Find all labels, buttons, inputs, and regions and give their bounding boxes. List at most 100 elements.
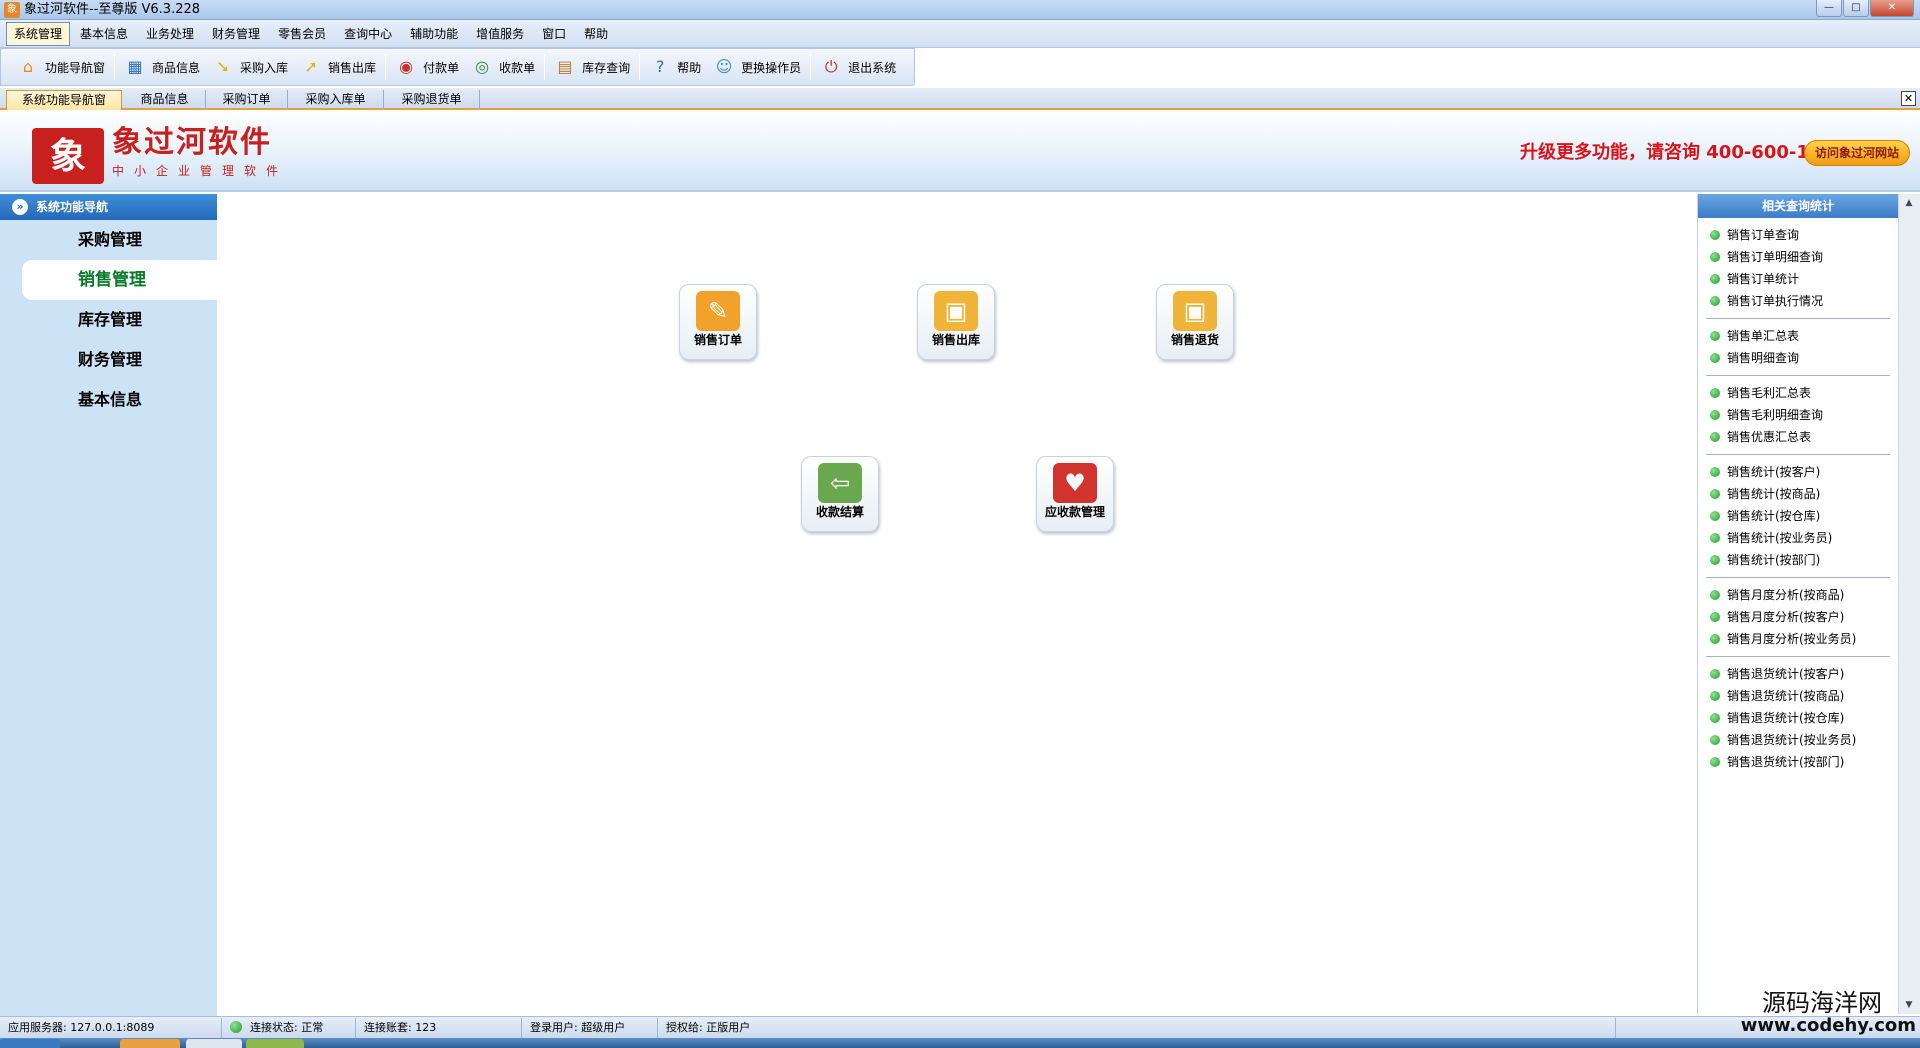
feature-button[interactable]: ▣ 销售出库 [917,284,995,360]
toolbar-button[interactable]: ? 帮助 [643,52,707,82]
query-link[interactable]: 销售毛利明细查询 [1706,404,1890,426]
close-tab-icon[interactable]: ✕ [1901,91,1916,106]
folder-arrow-in-icon: ➘ [216,57,230,76]
taskbar-app-icon[interactable] [120,1039,180,1048]
toolbar-button[interactable]: ⏻ 退出系统 [814,52,902,82]
status-account: 连接账套: 123 [356,1018,522,1038]
feature-button[interactable]: ✎ 销售订单 [679,284,757,360]
minimize-button[interactable]: — [1816,0,1842,17]
document-tab[interactable]: 系统功能导航窗 [6,90,122,110]
bullet-icon [1710,274,1720,284]
taskbar-app-icon[interactable] [186,1039,242,1048]
grid-icon: ▦ [127,57,143,76]
menu-item[interactable]: 系统管理 [6,21,71,46]
menu-item[interactable]: 窗口 [534,22,574,46]
query-link[interactable]: 销售退货统计(按商品) [1706,685,1890,707]
document-tab[interactable]: 采购入库单 [288,90,384,110]
menu-item[interactable]: 帮助 [576,22,616,46]
query-link[interactable]: 销售月度分析(按业务员) [1706,628,1890,650]
toolbar-button[interactable]: ➚ 销售出库 [294,52,382,82]
bullet-icon [1710,432,1720,442]
help-icon: ? [655,57,665,76]
maximize-button[interactable]: □ [1843,0,1869,17]
document-tab[interactable]: 采购订单 [206,90,288,110]
query-link[interactable]: 销售订单查询 [1706,224,1890,246]
payment-settlement-icon: ⇦ [818,463,862,503]
query-link[interactable]: 销售统计(按仓库) [1706,505,1890,527]
query-link[interactable]: 销售订单执行情况 [1706,290,1890,312]
query-link[interactable]: 销售退货统计(按仓库) [1706,707,1890,729]
vertical-scrollbar[interactable]: ▲ ▼ [1898,194,1920,1014]
app-icon: 象 [4,2,20,18]
query-link[interactable]: 销售月度分析(按客户) [1706,606,1890,628]
status-bar: 应用服务器: 127.0.0.1:8089 连接状态: 正常 连接账套: 123… [0,1016,1920,1038]
scroll-down-icon[interactable]: ▼ [1902,998,1916,1012]
nav-item[interactable]: 基本信息 [0,380,217,420]
query-link[interactable]: 销售明细查询 [1706,347,1890,369]
query-link[interactable]: 销售统计(按客户) [1706,461,1890,483]
query-link[interactable]: 销售统计(按商品) [1706,483,1890,505]
query-group: 销售退货统计(按客户) 销售退货统计(按商品) 销售退货统计(按仓库) 销售退货统计(… [1706,663,1890,779]
taskbar-start-icon[interactable] [0,1039,60,1048]
query-link-label: 销售订单执行情况 [1727,294,1824,308]
toolbar-button-label: 帮助 [677,60,702,75]
query-link[interactable]: 销售单汇总表 [1706,325,1890,347]
query-link[interactable]: 销售月度分析(按商品) [1706,584,1890,606]
receipt-icon: ◎ [475,57,490,76]
query-link[interactable]: 销售统计(按业务员) [1706,527,1890,549]
feature-button[interactable]: ⇦ 收款结算 [801,456,879,532]
toolbar-button[interactable]: ▦ 商品信息 [118,52,206,82]
query-link[interactable]: 销售退货统计(按客户) [1706,663,1890,685]
menu-item[interactable]: 基本信息 [72,22,136,46]
bullet-icon [1710,489,1720,499]
visit-website-button[interactable]: 访问象过河网站 [1804,140,1910,166]
toolbar-button[interactable]: ◎ 收款单 [465,52,541,82]
menu-item[interactable]: 零售会员 [270,22,334,46]
feature-label: 销售出库 [931,333,980,347]
query-link[interactable]: 销售毛利汇总表 [1706,382,1890,404]
query-link[interactable]: 销售统计(按部门) [1706,549,1890,571]
feature-button[interactable]: ♥ 应收款管理 [1036,456,1114,532]
bullet-icon [1710,296,1720,306]
toolbar-button-label: 采购入库 [240,60,289,75]
query-link-label: 销售退货统计(按部门) [1727,755,1845,769]
os-taskbar [0,1038,1920,1048]
title-bar[interactable]: 象 象过河软件--至尊版 V6.3.228 — □ ✕ [0,0,1920,20]
nav-item-list: 采购管理 销售管理 库存管理 财务管理 基本信息 [0,220,217,420]
query-link-label: 销售退货统计(按仓库) [1727,711,1845,725]
query-link[interactable]: 销售退货统计(按业务员) [1706,729,1890,751]
close-button[interactable]: ✕ [1870,0,1914,17]
bullet-icon [1710,331,1720,341]
document-tab[interactable]: 采购退货单 [384,90,480,110]
toolbar-separator [810,54,812,80]
feature-button[interactable]: ▣ 销售退货 [1156,284,1234,360]
menu-item[interactable]: 业务处理 [138,22,202,46]
menu-item[interactable]: 查询中心 [336,22,400,46]
bullet-icon [1710,590,1720,600]
toolbar-button[interactable]: ◉ 付款单 [389,52,465,82]
sales-outbound-icon: ▣ [934,291,978,331]
document-tab[interactable]: 商品信息 [124,90,206,110]
query-link[interactable]: 销售优惠汇总表 [1706,426,1890,448]
taskbar-app-icon[interactable] [246,1039,304,1048]
toolbar-button[interactable]: ⌂ 功能导航窗 [11,52,111,82]
menu-item[interactable]: 辅助功能 [402,22,466,46]
query-group: 销售毛利汇总表 销售毛利明细查询 销售优惠汇总表 [1706,382,1890,455]
nav-item[interactable]: 库存管理 [0,300,217,340]
toolbar-button[interactable]: ▤ 库存查询 [548,52,636,82]
scroll-up-icon[interactable]: ▲ [1902,196,1916,210]
bullet-icon [1710,533,1720,543]
query-link[interactable]: 销售订单明细查询 [1706,246,1890,268]
toolbar-button[interactable]: ☺ 更换操作员 [707,52,807,82]
nav-item[interactable]: 销售管理 [22,260,217,300]
menu-item[interactable]: 财务管理 [204,22,268,46]
query-link[interactable]: 销售订单统计 [1706,268,1890,290]
toolbar-button[interactable]: ➘ 采购入库 [206,52,294,82]
bullet-icon [1710,691,1720,701]
logo-icon: 象 [32,128,104,184]
menu-item[interactable]: 增值服务 [468,22,532,46]
nav-item[interactable]: 财务管理 [0,340,217,380]
query-groups: 销售订单查询 销售订单明细查询 销售订单统计销售订单执行情况销售单汇总表 销售明细查询… [1698,224,1898,779]
query-link[interactable]: 销售退货统计(按部门) [1706,751,1890,773]
nav-item[interactable]: 采购管理 [0,220,217,260]
